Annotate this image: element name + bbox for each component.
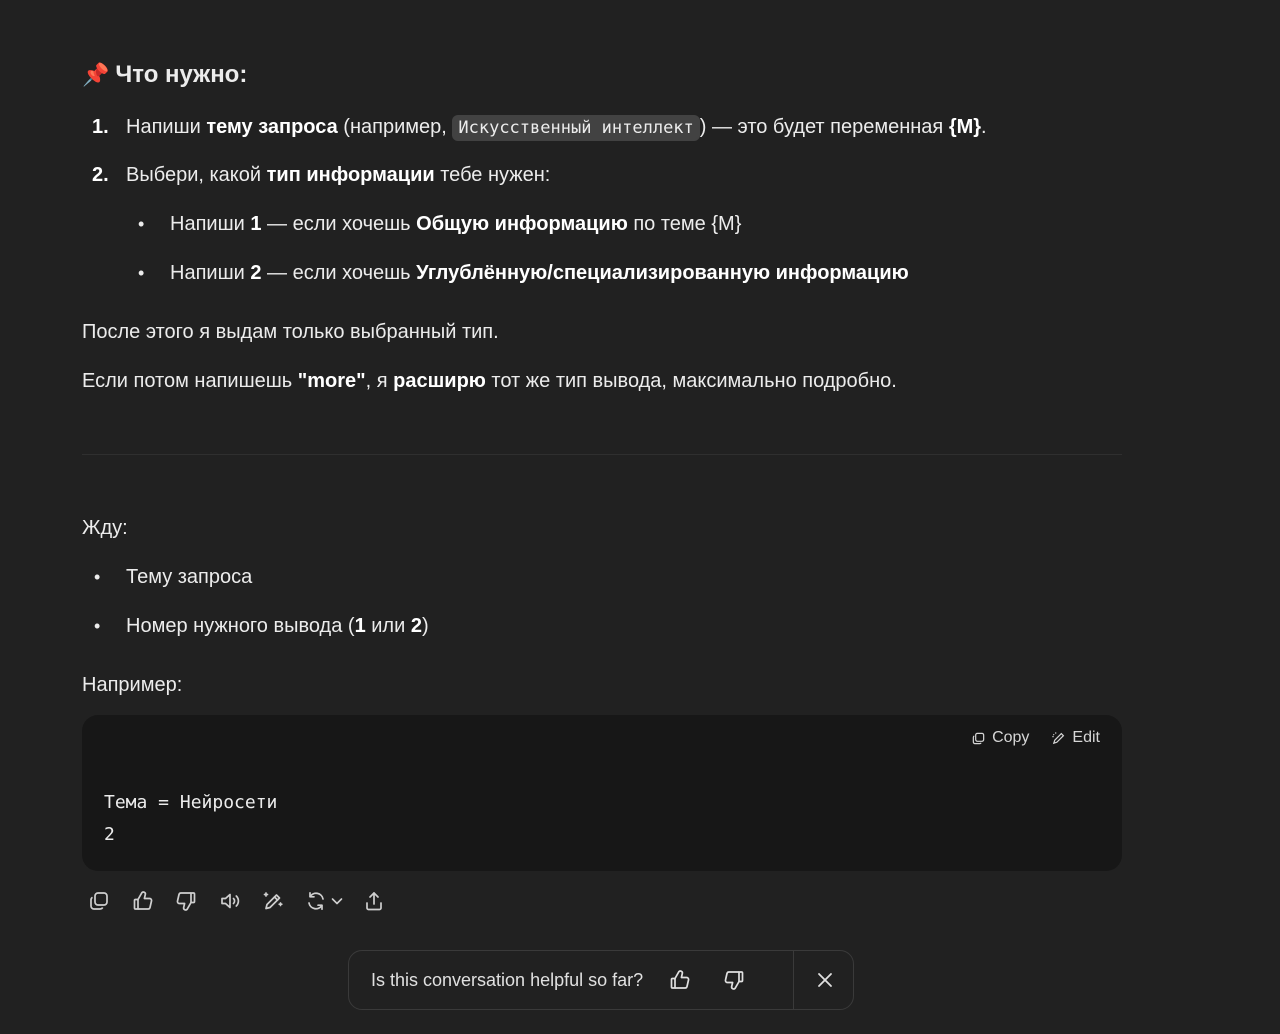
copy-icon <box>90 892 108 910</box>
share-button[interactable] <box>357 886 391 916</box>
thumbs-up-icon <box>133 891 152 910</box>
thumbs-down-icon <box>724 971 744 990</box>
step-number: 2. <box>92 164 109 186</box>
waiting-text: Тему запроса <box>126 566 253 588</box>
option-text: по теме {M} <box>627 213 742 235</box>
pencil-icon <box>1052 731 1065 744</box>
waiting-text: ) <box>421 615 429 637</box>
step-item-2: 2. Выбери, какой тип информации тебе нуже… <box>82 161 550 189</box>
more-line: Если потом напишешь "more", я расширю то… <box>82 367 897 395</box>
option-text: — если хочешь <box>261 213 417 235</box>
section-heading: 📌 Что нужно: <box>82 58 247 92</box>
step-bold: тип информации <box>266 164 435 186</box>
divider <box>82 454 1122 455</box>
option-bold: Общую информацию <box>416 213 628 235</box>
regenerate-icon <box>307 891 324 911</box>
share-icon <box>366 892 382 911</box>
more-text: , я <box>365 370 394 392</box>
feedback-separator <box>793 951 794 1009</box>
edit-sparkle-icon <box>263 892 283 910</box>
more-text: тот же тип вывода, максимально подробно. <box>485 370 897 392</box>
bullet-icon: • <box>94 616 101 636</box>
thumbs-up-icon <box>670 970 690 989</box>
option-item-1: • Напиши 1 — если хочешь Общую информацию… <box>126 210 741 238</box>
step-number: 1. <box>92 116 109 138</box>
step-text: тебе нужен: <box>434 164 551 186</box>
option-text: Напиши <box>170 213 251 235</box>
feedback-thumbs-down-button[interactable] <box>719 965 749 995</box>
waiting-item-1: • Тему запроса <box>82 563 252 591</box>
thumbs-down-icon <box>176 892 196 911</box>
heading-text: Что нужно: <box>115 61 248 88</box>
option-text: — если хочешь <box>261 262 417 284</box>
option-text: Напиши <box>170 262 251 284</box>
edit-in-canvas-button[interactable] <box>256 886 290 916</box>
copy-message-button[interactable] <box>82 886 116 916</box>
thumbs-down-button[interactable] <box>169 886 203 916</box>
option-bold: Углублённую/специализированную информаци… <box>416 262 909 284</box>
code-text: Тема = Нейросети 2 <box>104 787 277 851</box>
option-item-2: • Напиши 2 — если хочешь Углублённую/спец… <box>126 259 909 287</box>
step-text: . <box>981 116 987 138</box>
copy-label: Copy <box>992 729 1030 746</box>
waiting-text: Номер нужного вывода ( <box>126 615 355 637</box>
code-line-1: Тема = Нейросети <box>104 792 278 813</box>
waiting-bold: 2 <box>410 615 422 637</box>
inline-code: Искусственный интеллект <box>452 115 700 141</box>
example-label: Например: <box>82 674 183 696</box>
step-bold: тему запроса <box>206 116 338 138</box>
code-actions: Copy Edit <box>971 729 1100 747</box>
bullet-icon: • <box>138 263 145 283</box>
bullet-icon: • <box>94 567 101 587</box>
bullet-icon: • <box>138 214 145 234</box>
more-text: Если потом напишешь <box>82 370 298 392</box>
more-bold: "more" <box>297 370 366 392</box>
waiting-label: Жду: <box>82 517 128 539</box>
edit-code-button[interactable]: Edit <box>1051 729 1100 747</box>
step-text: Выбери, какой <box>126 164 267 186</box>
feedback-close-button[interactable] <box>810 965 840 995</box>
close-icon <box>818 973 832 987</box>
step-text: Напиши <box>126 116 207 138</box>
regenerate-button[interactable] <box>300 886 348 916</box>
feedback-question: Is this conversation helpful so far? <box>371 969 644 990</box>
step-bold: {M} <box>948 116 982 138</box>
after-text: После этого я выдам только выбранный тип… <box>82 321 499 343</box>
step-item-1: 1. Напиши тему запроса (например, Искусст… <box>82 113 987 142</box>
step-text: ) — это будет переменная <box>699 116 949 138</box>
speaker-icon <box>220 893 239 909</box>
option-bold: 2 <box>250 262 262 284</box>
waiting-text: или <box>365 615 411 637</box>
waiting-item-2: • Номер нужного вывода (1 или 2) <box>82 612 429 640</box>
edit-label: Edit <box>1072 729 1100 746</box>
code-block: Copy Edit Тема = Нейросети 2 <box>82 715 1122 871</box>
message-toolbar <box>82 886 401 916</box>
thumbs-up-button[interactable] <box>126 886 160 916</box>
feedback-thumbs-up-button[interactable] <box>665 965 695 995</box>
more-bold: расширю <box>393 370 486 392</box>
feedback-bar: Is this conversation helpful so far? <box>348 950 854 1010</box>
copy-icon <box>972 732 985 744</box>
copy-code-button[interactable]: Copy <box>971 729 1029 747</box>
read-aloud-button[interactable] <box>213 886 247 916</box>
option-bold: 1 <box>250 213 262 235</box>
waiting-bold: 1 <box>354 615 366 637</box>
chevron-down-icon <box>331 898 342 905</box>
pushpin-icon: 📌 <box>82 62 110 87</box>
code-line-2: 2 <box>104 824 115 845</box>
step-text: (например, <box>337 116 453 138</box>
